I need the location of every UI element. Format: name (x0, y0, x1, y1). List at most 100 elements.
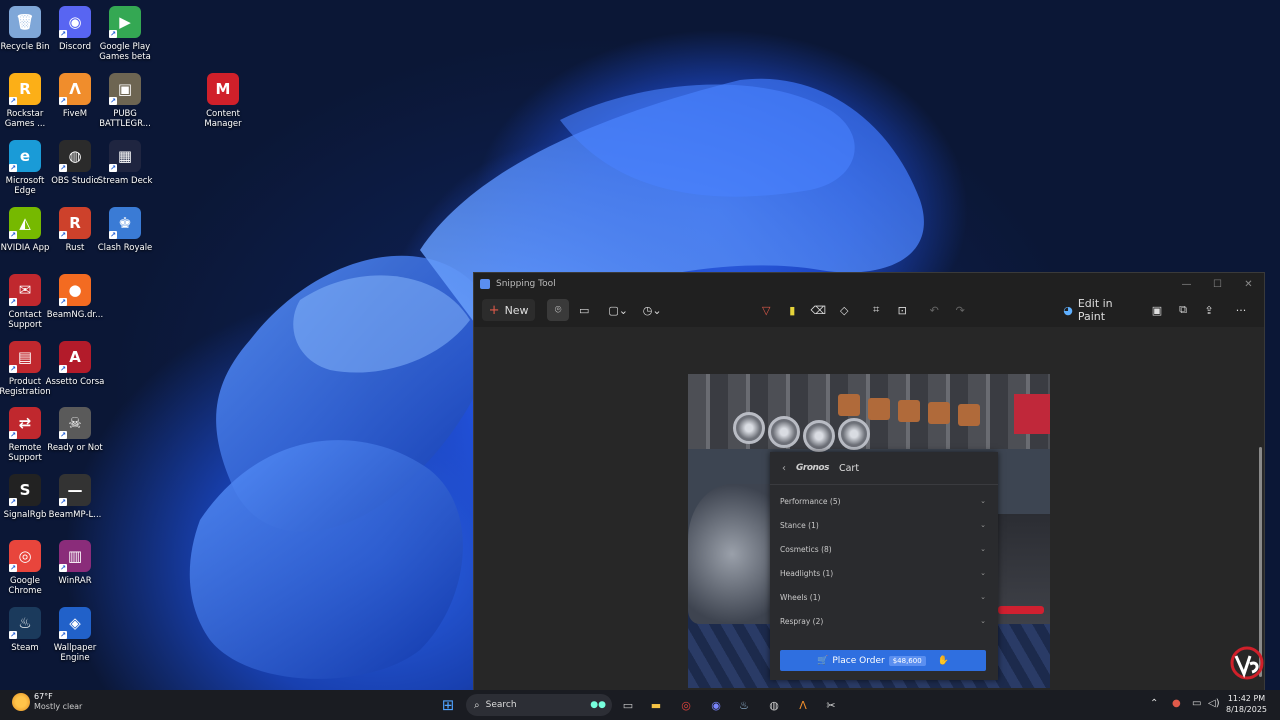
undo-button[interactable]: ↶ (923, 299, 945, 321)
start-button[interactable]: ⊞ (438, 695, 458, 715)
copy-button[interactable]: ⧉ (1172, 299, 1194, 321)
save-button[interactable]: ▣ (1146, 299, 1168, 321)
clock-time: 11:42 PM (1227, 694, 1266, 703)
ready-or-not-icon: ☠ ↗ (59, 407, 91, 439)
taskbar-search[interactable]: ⌕ Search ●● (466, 694, 612, 716)
snipping-tool-window[interactable]: Snipping Tool — ☐ ✕ + New ⌾ ▭ ▢⌄ ◷⌄ ▽ ▮ … (473, 272, 1265, 692)
steam-button[interactable]: ♨ (734, 695, 754, 715)
title-bar[interactable]: Snipping Tool — ☐ ✕ (474, 273, 1264, 295)
stacked-tire (898, 400, 920, 422)
wheel-rim (733, 412, 765, 444)
stacked-tire (958, 404, 980, 426)
crop-button[interactable]: ⌗ (865, 299, 887, 321)
maximize-button[interactable]: ☐ (1202, 279, 1233, 290)
shortcut-arrow-icon: ↗ (59, 97, 67, 105)
file-explorer-button[interactable]: ▬ (646, 695, 666, 715)
pubg-battlegr-icon: ▣ ↗ (109, 73, 141, 105)
shortcut-arrow-icon: ↗ (9, 97, 17, 105)
cart-row-label: Respray (2) (780, 616, 824, 626)
desktop-icon-ready-or-not[interactable]: ☠ ↗ Ready or Not (44, 407, 106, 453)
shapes-icon: ◇ (839, 303, 849, 317)
desktop-icon-assetto-corsa[interactable]: A ↗ Assetto Corsa (44, 341, 106, 387)
text-actions-button[interactable]: ⊡ (891, 299, 913, 321)
obs-studio-icon: ◍ ↗ (59, 140, 91, 172)
desktop-icon-content-manager[interactable]: M Content Manager (192, 73, 254, 129)
snip-shape-dropdown[interactable]: ▢⌄ (607, 299, 629, 321)
red-sign (1014, 394, 1050, 434)
cart-row: Cosmetics (8) ⌄ (770, 537, 998, 561)
scissors-icon: ✂ (826, 698, 836, 712)
task-view-icon: ▭ (622, 698, 634, 712)
desktop-icon-winrar[interactable]: ▥ ↗ WinRAR (44, 540, 106, 586)
capture-canvas[interactable]: ‹ Gronos Cart Performance (5) ⌄ Stance (1)… (474, 327, 1264, 691)
minimize-button[interactable]: — (1171, 279, 1202, 290)
channel-logo-icon (1230, 646, 1264, 680)
video-mode-button[interactable]: ▭ (573, 299, 595, 321)
car-right (990, 514, 1050, 624)
new-button[interactable]: + New (482, 299, 536, 321)
shortcut-arrow-icon: ↗ (109, 97, 117, 105)
fivem-button[interactable]: Λ (793, 695, 813, 715)
steam-icon: ♨ ↗ (9, 607, 41, 639)
clash-royale-icon: ♚ ↗ (109, 207, 141, 239)
volume-icon[interactable]: ◁) (1208, 698, 1220, 709)
cart-panel: ‹ Gronos Cart Performance (5) ⌄ Stance (1)… (770, 452, 998, 680)
show-hidden-icons[interactable]: ⌃ (1150, 698, 1158, 709)
shortcut-arrow-icon: ↗ (9, 631, 17, 639)
desktop-icon-clash-royale[interactable]: ♚ ↗ Clash Royale (94, 207, 156, 253)
desktop-icon-wallpaper-engine[interactable]: ◈ ↗ Wallpaper Engine (44, 607, 106, 663)
network-icon[interactable]: ▭ (1192, 698, 1201, 709)
wheel-rim (803, 420, 835, 452)
back-arrow-icon: ‹ (782, 462, 786, 474)
tail-light (998, 606, 1044, 614)
desktop-icon-label: Ready or Not (47, 443, 103, 453)
camera-mode-button[interactable]: ⌾ (547, 299, 570, 321)
cart-list: Performance (5) ⌄ Stance (1) ⌄ Cosmetics (8)… (770, 485, 998, 633)
share-icon: ⇪ (1204, 303, 1214, 317)
eraser-button[interactable]: ⌫ (807, 299, 829, 321)
obs-button[interactable]: ◍ (764, 695, 784, 715)
pen-button[interactable]: ▽ (755, 299, 777, 321)
more-options-button[interactable]: ··· (1230, 299, 1252, 321)
search-icon: ⌕ (474, 699, 480, 711)
chrome-button[interactable]: ◎ (676, 695, 696, 715)
desktop-icon-beamng-dr[interactable]: ● ↗ BeamNG.dr... (44, 274, 106, 320)
google-play-games-beta-icon: ▶ ↗ (109, 6, 141, 38)
folder-icon: ▬ (650, 698, 662, 712)
task-view-button[interactable]: ▭ (618, 695, 638, 715)
assetto-corsa-icon: A ↗ (59, 341, 91, 373)
highlighter-button[interactable]: ▮ (781, 299, 803, 321)
cart-row: Headlights (1) ⌄ (770, 561, 998, 585)
shortcut-arrow-icon: ↗ (9, 498, 17, 506)
close-button[interactable]: ✕ (1233, 279, 1264, 290)
cart-row: Performance (5) ⌄ (770, 489, 998, 513)
google-chrome-icon: ◎ ↗ (9, 540, 41, 572)
shortcut-arrow-icon: ↗ (59, 431, 67, 439)
video-icon: ▭ (579, 303, 590, 317)
winrar-icon: ▥ ↗ (59, 540, 91, 572)
weather-widget[interactable]: 67°F Mostly clear (12, 692, 82, 712)
desktop-icon-beammp-l[interactable]: — ↗ BeamMP-L... (44, 474, 106, 520)
desktop-icon-google-play-games-beta[interactable]: ▶ ↗ Google Play Games beta (94, 6, 156, 62)
rockstar-games-icon: R ↗ (9, 73, 41, 105)
discord-icon: ◉ ↗ (59, 6, 91, 38)
delay-dropdown[interactable]: ◷⌄ (641, 299, 663, 321)
desktop-icon-label: Content Manager (204, 109, 242, 129)
cart-row-label: Stance (1) (780, 520, 819, 530)
stacked-tire (868, 398, 890, 420)
shapes-button[interactable]: ◇ (833, 299, 855, 321)
redo-button[interactable]: ↷ (949, 299, 971, 321)
shortcut-arrow-icon: ↗ (109, 30, 117, 38)
share-button[interactable]: ⇪ (1198, 299, 1220, 321)
discord-button[interactable]: ◉ (706, 695, 726, 715)
desktop-icon-pubg-battlegr[interactable]: ▣ ↗ PUBG BATTLEGR... (94, 73, 156, 129)
microphone-icon[interactable]: ● (1172, 698, 1181, 709)
edit-in-paint-button[interactable]: ◕ Edit in Paint (1059, 297, 1142, 323)
shortcut-arrow-icon: ↗ (59, 298, 67, 306)
window-title: Snipping Tool (496, 279, 556, 289)
moon-weather-icon (12, 693, 30, 711)
desktop-icon-stream-deck[interactable]: ▦ ↗ Stream Deck (94, 140, 156, 186)
snipping-tool-taskbar-button[interactable]: ✂ (821, 695, 841, 715)
vertical-scrollbar[interactable] (1259, 447, 1262, 677)
system-clock[interactable]: 11:42 PM 8/18/2025 (1226, 693, 1267, 715)
